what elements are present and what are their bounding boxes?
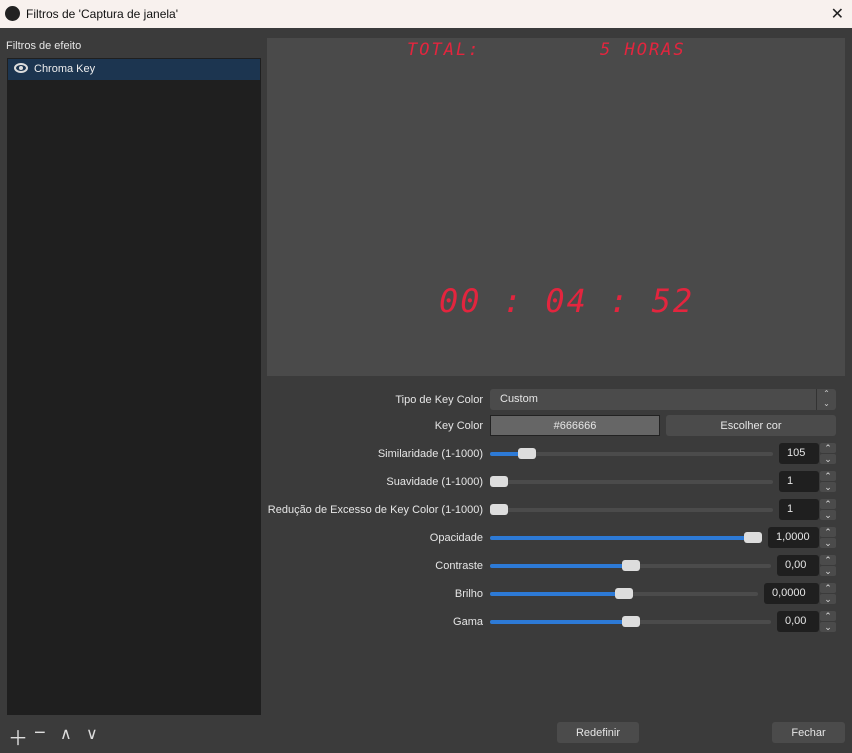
slider[interactable]	[490, 476, 773, 487]
chevron-up-icon[interactable]: ⌃	[820, 611, 836, 621]
slider-fill	[490, 620, 631, 624]
key-type-select[interactable]: Custom ⌃ ⌄	[490, 389, 836, 410]
slider-handle[interactable]	[744, 532, 762, 543]
slider-handle[interactable]	[622, 560, 640, 571]
slider-label: Suavidade (1-1000)	[386, 476, 483, 488]
chevron-down-icon[interactable]: ⌄	[820, 454, 836, 464]
value-spinbox[interactable]: 105	[779, 443, 819, 464]
slider-fill	[490, 564, 631, 568]
slider[interactable]	[490, 588, 758, 599]
slider-fill	[490, 592, 624, 596]
spin-arrows[interactable]: ⌃ ⌄	[820, 555, 836, 576]
chevron-up-icon[interactable]: ⌃	[820, 471, 836, 481]
chevron-up-icon[interactable]: ⌃	[820, 527, 836, 537]
slider[interactable]	[490, 560, 771, 571]
slider-label: Contraste	[435, 560, 483, 572]
window-title: Filtros de 'Captura de janela'	[26, 7, 178, 21]
eye-icon[interactable]	[14, 63, 28, 73]
slider-handle[interactable]	[490, 476, 508, 487]
value-spinbox[interactable]: 0,0000	[764, 583, 819, 604]
slider-label: Opacidade	[429, 532, 483, 544]
close-button[interactable]: Fechar	[772, 722, 845, 743]
slider-label: Redução de Excesso de Key Color (1-1000)	[267, 504, 483, 516]
slider[interactable]	[490, 448, 773, 459]
filter-item-chroma-key[interactable]: Chroma Key	[8, 59, 260, 80]
chevron-down-icon[interactable]: ⌄	[820, 594, 836, 604]
filters-heading: Filtros de efeito	[6, 40, 82, 52]
key-color-label: Key Color	[434, 420, 483, 432]
slider-label: Gama	[453, 616, 483, 628]
spin-arrows[interactable]: ⌃ ⌄	[820, 471, 836, 492]
chevron-up-icon[interactable]: ⌃	[820, 443, 836, 453]
chevron-up-icon[interactable]: ⌃	[820, 499, 836, 509]
title-bar: Filtros de 'Captura de janela' ✕	[0, 0, 852, 28]
move-up-icon[interactable]: ∧	[60, 724, 72, 744]
chevron-down-icon[interactable]: ⌄	[820, 482, 836, 492]
slider-fill	[490, 536, 753, 540]
slider-handle[interactable]	[490, 504, 508, 515]
close-icon[interactable]: ✕	[831, 4, 844, 24]
value-spinbox[interactable]: 0,00	[777, 611, 819, 632]
slider-handle[interactable]	[518, 448, 536, 459]
reset-button[interactable]: Redefinir	[557, 722, 639, 743]
preview-timer: 00 : 04 : 52	[439, 282, 695, 320]
slider-label: Similaridade (1-1000)	[377, 448, 483, 460]
chevron-down-icon[interactable]: ⌄	[820, 538, 836, 548]
value-spinbox[interactable]: 0,00	[777, 555, 819, 576]
chevron-updown-icon: ⌃ ⌄	[816, 389, 836, 410]
spin-arrows[interactable]: ⌃ ⌄	[820, 499, 836, 520]
filter-list[interactable]: Chroma Key	[7, 58, 261, 715]
slider[interactable]	[490, 616, 771, 627]
preview: TOTAL: 5 HORAS 00 : 04 : 52	[267, 38, 845, 376]
chevron-down-icon[interactable]: ⌄	[820, 622, 836, 632]
slider-label: Brilho	[454, 588, 483, 600]
spin-arrows[interactable]: ⌃ ⌄	[820, 583, 836, 604]
slider-handle[interactable]	[615, 588, 633, 599]
spin-arrows[interactable]: ⌃ ⌄	[820, 443, 836, 464]
move-down-icon[interactable]: ∨	[86, 724, 98, 744]
preview-hours: 5 HORAS	[600, 40, 686, 60]
add-filter-icon[interactable]: ＋	[8, 722, 28, 751]
remove-filter-icon[interactable]: −	[34, 722, 46, 745]
spin-arrows[interactable]: ⌃ ⌄	[820, 527, 836, 548]
slider[interactable]	[490, 532, 762, 543]
filter-item-label: Chroma Key	[34, 63, 96, 75]
value-spinbox[interactable]: 1,0000	[768, 527, 819, 548]
obs-logo-icon	[5, 6, 20, 21]
chevron-down-icon[interactable]: ⌄	[820, 510, 836, 520]
chevron-down-icon[interactable]: ⌄	[820, 566, 836, 576]
slider[interactable]	[490, 504, 773, 515]
key-type-value: Custom	[500, 393, 538, 405]
key-type-label: Tipo de Key Color	[395, 394, 483, 406]
spin-arrows[interactable]: ⌃ ⌄	[820, 611, 836, 632]
chevron-up-icon[interactable]: ⌃	[820, 583, 836, 593]
choose-color-button[interactable]: Escolher cor	[666, 415, 836, 436]
chevron-up-icon[interactable]: ⌃	[820, 555, 836, 565]
value-spinbox[interactable]: 1	[779, 499, 819, 520]
value-spinbox[interactable]: 1	[779, 471, 819, 492]
preview-total-label: TOTAL:	[407, 40, 481, 60]
key-color-swatch: #666666	[490, 415, 660, 436]
slider-handle[interactable]	[622, 616, 640, 627]
